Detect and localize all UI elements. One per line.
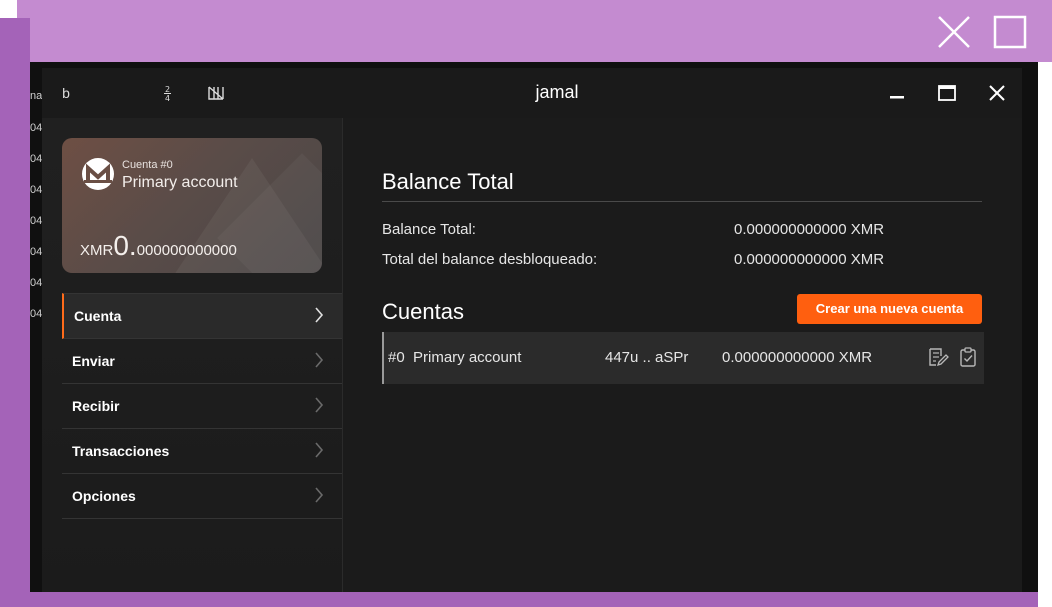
total-balance-label: Balance Total: [382,221,476,238]
sidebar-item-label: Transacciones [72,443,170,459]
chevron-right-icon [315,397,324,413]
accounts-heading: Cuentas [382,299,464,324]
chevron-right-icon [315,352,324,368]
sidebar-item-enviar[interactable]: Enviar [62,339,342,384]
main-panel: Balance Total Balance Total: 0.000000000… [343,118,1022,592]
fragment-text: na [30,90,43,102]
sidebar-item-label: Cuenta [74,308,122,324]
account-row-balance: 0.000000000000 XMR [722,349,873,366]
balance-heading: Balance Total [382,169,514,194]
outer-close-icon[interactable] [937,15,971,49]
card-currency: XMR [80,242,114,259]
monero-wallet-window: b 2 4 jamal Cuenta #0 Primary account XM… [42,68,1022,592]
account-row[interactable]: #0 Primary account 447u .. aSPr 0.000000… [382,332,984,384]
monero-logo-icon [82,158,114,190]
unlocked-balance-value: 0.000000000000 XMR [734,251,885,268]
create-account-button[interactable]: Crear una nueva cuenta [797,294,982,324]
sidebar-item-recibir[interactable]: Recibir [62,384,342,429]
account-card[interactable]: Cuenta #0 Primary account XMR0.000000000… [62,138,322,273]
edit-label-icon[interactable] [927,346,949,368]
card-balance-dec: 000000000000 [136,242,237,259]
card-account-index: Cuenta #0 [122,159,173,171]
card-balance-int: 0. [113,230,137,261]
background-window-fragments: na 04/ 04/ 04/ 04/ 04/ 04/ 04/ [30,62,45,362]
chevron-right-icon [315,442,324,458]
sidebar-item-transacciones[interactable]: Transacciones [62,429,342,474]
account-row-name: Primary account [413,349,522,366]
card-account-name: Primary account [122,174,238,191]
frame-bottom-bar [0,592,1038,607]
outer-maximize-icon[interactable] [993,15,1027,49]
maximize-icon[interactable] [936,82,958,104]
divider [382,201,982,202]
clipboard-icon[interactable] [957,346,979,368]
sidebar-nav: Cuenta Enviar Recibir Transacciones Opci… [62,293,342,519]
frame-top-bar [17,0,1052,62]
sidebar-item-label: Opciones [72,488,136,504]
frame-left-bar [0,18,30,607]
sidebar-item-opciones[interactable]: Opciones [62,474,342,519]
account-row-address: 447u .. aSPr [605,349,689,366]
sidebar-item-cuenta[interactable]: Cuenta [62,293,342,339]
close-icon[interactable] [986,82,1008,104]
sidebar-item-label: Recibir [72,398,120,414]
minimize-icon[interactable] [886,82,908,104]
card-balance: XMR0.000000000000 [80,230,237,262]
chevron-right-icon [315,487,324,503]
window-title: jamal [535,82,579,102]
account-row-index: #0 [388,349,405,366]
sidebar-item-label: Enviar [72,353,115,369]
chevron-right-icon [315,307,324,323]
unlocked-balance-label: Total del balance desbloqueado: [382,251,598,268]
sidebar: Cuenta #0 Primary account XMR0.000000000… [42,118,343,592]
total-balance-value: 0.000000000000 XMR [734,221,885,238]
titlebar: b 2 4 jamal [42,68,1022,118]
